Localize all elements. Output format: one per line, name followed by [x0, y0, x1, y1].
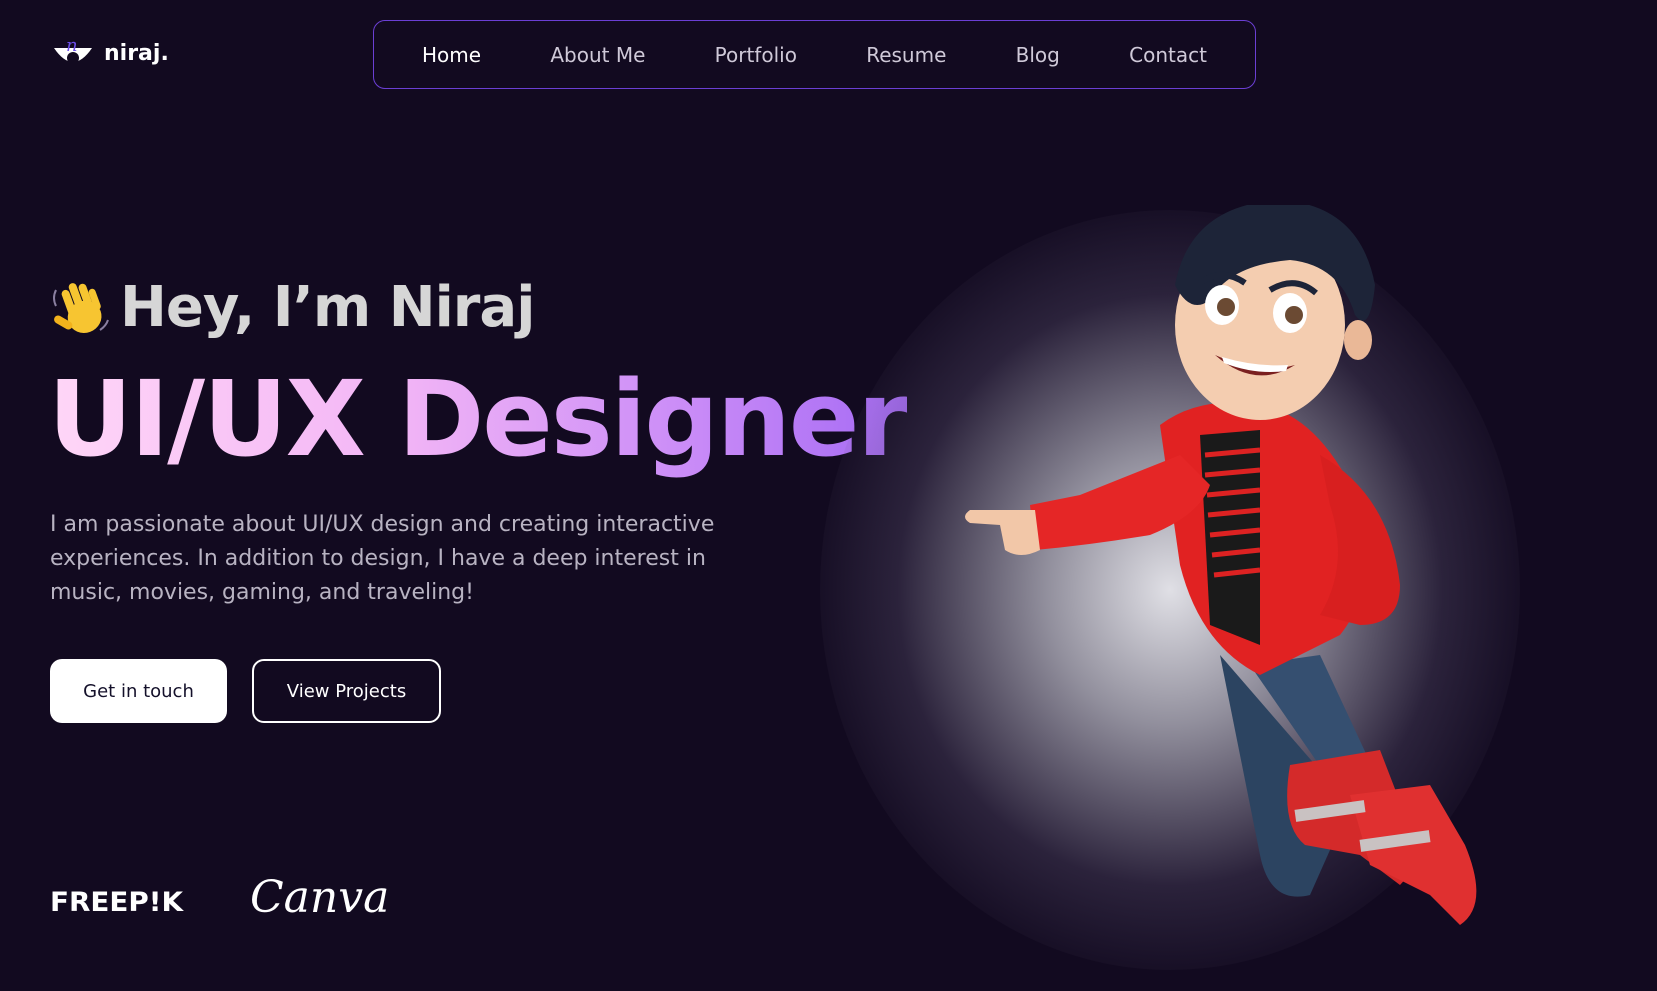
brand-name: niraj.: [104, 40, 169, 66]
nav-home[interactable]: Home: [422, 43, 481, 67]
intro-line: experiences. In addition to design, I ha…: [50, 546, 706, 571]
nav-blog[interactable]: Blog: [1016, 43, 1060, 67]
view-projects-button[interactable]: View Projects: [252, 659, 441, 723]
intro-line: music, movies, gaming, and traveling!: [50, 580, 474, 605]
hero-greeting: Hey, I’m Niraj: [50, 275, 535, 340]
niraj-logo-icon: n: [54, 36, 92, 64]
nav-contact[interactable]: Contact: [1129, 43, 1207, 67]
intro-line: I am passionate about UI/UX design and c…: [50, 512, 715, 537]
main-nav: Home About Me Portfolio Resume Blog Cont…: [373, 20, 1256, 89]
nav-resume[interactable]: Resume: [866, 43, 946, 67]
svg-text:n: n: [66, 36, 78, 56]
brand-logo[interactable]: n niraj.: [52, 36, 169, 70]
hero-intro: I am passionate about UI/UX design and c…: [50, 508, 740, 610]
nav-portfolio[interactable]: Portfolio: [715, 43, 797, 67]
greeting-text: Hey, I’m Niraj: [120, 275, 535, 340]
get-in-touch-button[interactable]: Get in touch: [50, 659, 227, 723]
hero-headline: UI/UX Designer: [48, 358, 909, 480]
character-illustration: [965, 205, 1477, 925]
waving-hand-icon: [53, 282, 109, 333]
canva-logo: Canva: [250, 872, 390, 923]
nav-about-me[interactable]: About Me: [550, 43, 645, 67]
freepik-logo: FREEP!K: [50, 887, 184, 918]
